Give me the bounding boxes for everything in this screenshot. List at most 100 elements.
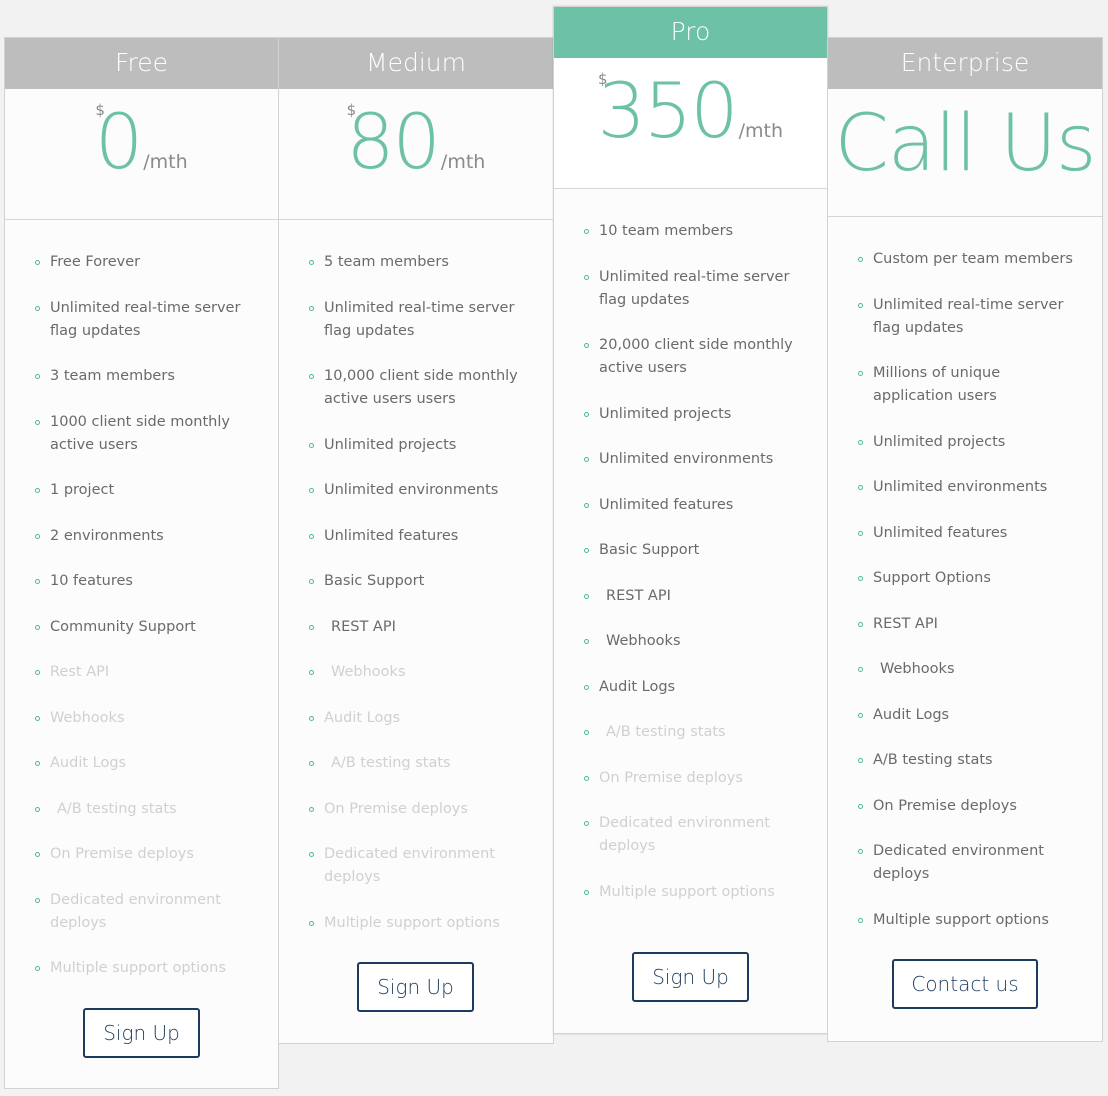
feature-text: Unlimited real-time server flag updates <box>599 268 790 308</box>
bullet-icon <box>858 257 863 262</box>
feature-item: Community Support <box>5 616 278 639</box>
plan-name: Medium <box>279 38 553 89</box>
feature-text: Multiple support options <box>324 914 500 931</box>
feature-item: Custom per team members <box>828 248 1102 271</box>
bullet-icon <box>858 758 863 763</box>
bullet-icon <box>858 667 863 672</box>
bullet-icon <box>584 229 589 234</box>
bullet-icon <box>309 715 314 721</box>
feature-item: Unlimited environments <box>828 476 1102 499</box>
feature-text: Dedicated environment deploys <box>873 843 1044 882</box>
bullet-icon <box>35 806 40 812</box>
feature-item: Unlimited projects <box>828 431 1102 454</box>
sign-up-button[interactable]: Sign Up <box>357 962 474 1012</box>
feature-text: Unlimited environments <box>324 482 499 498</box>
feature-item: Unlimited projects <box>279 434 553 457</box>
bullet-icon <box>35 305 40 311</box>
plan-price: Call Us <box>828 89 1102 217</box>
bullet-icon <box>584 457 589 462</box>
feature-item: Dedicated environment deploys <box>5 889 278 935</box>
plan-card-pro: Pro $350/mth 10 team members Unlimited re… <box>553 6 828 1034</box>
feature-item: Multiple support options <box>5 957 278 980</box>
bullet-icon <box>858 712 863 718</box>
bullet-icon <box>35 715 40 721</box>
feature-text: Support Options <box>873 570 991 586</box>
bullet-icon <box>584 639 589 644</box>
feature-text: Basic Support <box>324 573 425 589</box>
feature-text: 10 team members <box>599 223 734 239</box>
feature-text: Multiple support options <box>50 960 226 976</box>
price-period: /mth <box>738 120 783 142</box>
bullet-icon <box>35 374 40 379</box>
feature-text: 10,000 client side monthly active users … <box>324 368 518 407</box>
feature-text: A/B testing stats <box>331 755 451 771</box>
price-amount: 350 <box>597 66 739 155</box>
bullet-icon <box>309 806 314 812</box>
feature-text: Audit Logs <box>324 709 401 726</box>
feature-text: Unlimited environments <box>599 451 774 467</box>
feature-item: Unlimited features <box>279 525 553 548</box>
feature-text: Basic Support <box>599 542 700 558</box>
feature-text: 1 project <box>50 482 115 498</box>
bullet-icon <box>858 530 863 536</box>
feature-text: Unlimited features <box>873 524 1008 541</box>
feature-item: Dedicated environment deploys <box>828 840 1102 886</box>
feature-item: REST API <box>828 613 1102 636</box>
feature-item: Multiple support options <box>828 909 1102 932</box>
bullet-icon <box>858 439 863 445</box>
feature-text: Webhooks <box>50 709 125 726</box>
bullet-icon <box>858 621 863 627</box>
plan-card-free: Free $0/mth Free Forever Unlimited real-t… <box>4 37 279 1089</box>
feature-text: Webhooks <box>880 661 955 677</box>
feature-item: On Premise deploys <box>828 795 1102 818</box>
feature-list: Free Forever Unlimited real-time server f… <box>5 251 278 980</box>
feature-item: On Premise deploys <box>279 798 553 821</box>
bullet-icon <box>309 488 314 493</box>
feature-item: 1000 client side monthly active users <box>5 411 278 457</box>
bullet-icon <box>584 775 589 781</box>
feature-text: On Premise deploys <box>324 800 468 817</box>
bullet-icon <box>309 305 314 311</box>
feature-item: Unlimited features <box>554 494 827 517</box>
feature-text: Free Forever <box>50 254 141 270</box>
feature-item: Unlimited real-time server flag updates <box>5 297 278 343</box>
feature-item: Millions of unique application users <box>828 362 1102 408</box>
bullet-icon <box>584 684 589 690</box>
feature-item: Free Forever <box>5 251 278 274</box>
contact-us-button[interactable]: Contact us <box>892 959 1038 1009</box>
feature-item: Unlimited real-time server flag updates <box>828 294 1102 340</box>
feature-item: Basic Support <box>554 539 827 562</box>
feature-text: Custom per team members <box>873 251 1073 267</box>
sign-up-button[interactable]: Sign Up <box>632 952 749 1002</box>
bullet-icon <box>35 852 40 857</box>
feature-text: Unlimited features <box>324 527 459 544</box>
bullet-icon <box>309 852 314 857</box>
bullet-icon <box>309 670 314 675</box>
feature-item: 3 team members <box>5 365 278 388</box>
feature-text: Audit Logs <box>873 706 950 723</box>
feature-item: 10 features <box>5 570 278 593</box>
feature-text: Multiple support options <box>873 911 1049 928</box>
feature-text: REST API <box>606 587 671 604</box>
price-call-us: Call Us <box>834 99 1096 189</box>
plan-price: $0/mth <box>5 89 278 220</box>
feature-item: Webhooks <box>279 661 553 684</box>
feature-item: A/B testing stats <box>828 749 1102 772</box>
bullet-icon <box>309 533 314 539</box>
plan-name: Enterprise <box>828 38 1102 89</box>
bullet-icon <box>35 624 40 630</box>
feature-item: A/B testing stats <box>279 752 553 775</box>
feature-text: Unlimited real-time server flag updates <box>50 299 241 339</box>
feature-item: Unlimited environments <box>279 479 553 502</box>
feature-item: 10,000 client side monthly active users … <box>279 365 553 411</box>
currency-symbol: $ <box>346 101 357 119</box>
feature-item: 20,000 client side monthly active users <box>554 334 827 380</box>
feature-item: Audit Logs <box>279 707 553 730</box>
sign-up-button[interactable]: Sign Up <box>83 1008 200 1058</box>
bullet-icon <box>35 579 40 584</box>
feature-text: Unlimited features <box>599 496 734 513</box>
feature-text: Webhooks <box>606 633 681 649</box>
feature-item: A/B testing stats <box>5 798 278 821</box>
feature-item: On Premise deploys <box>5 843 278 866</box>
feature-item: Webhooks <box>5 707 278 730</box>
